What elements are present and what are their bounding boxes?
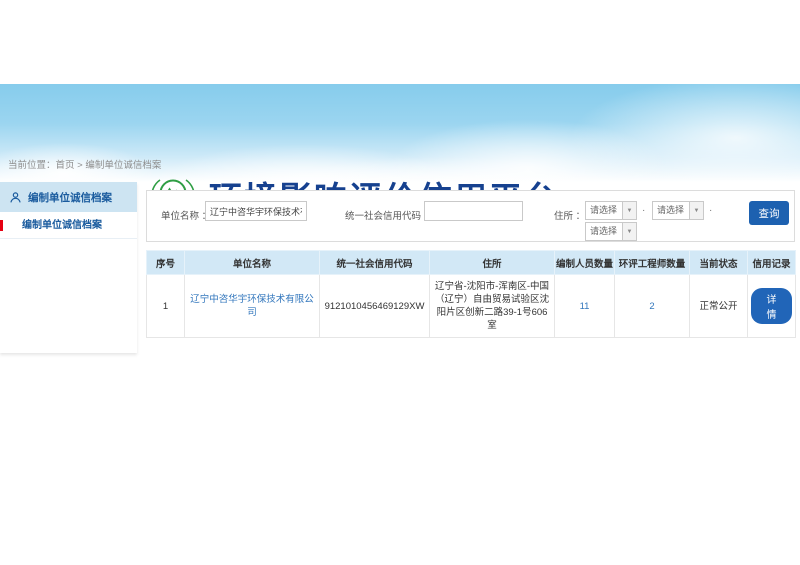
staff-count-link[interactable]: 11 bbox=[580, 301, 590, 312]
query-button[interactable]: 查询 bbox=[749, 201, 789, 225]
district-select-value: 请选择 bbox=[586, 223, 622, 240]
cell-seq: 1 bbox=[147, 275, 185, 338]
breadcrumb-home-link[interactable]: 首页 bbox=[56, 160, 75, 171]
detail-button[interactable]: 详情 bbox=[751, 288, 792, 324]
city-select[interactable]: 请选择 ▼ bbox=[652, 201, 704, 220]
unit-name-link[interactable]: 辽宁中咨华宇环保技术有限公司 bbox=[190, 294, 314, 318]
breadcrumb: 当前位置：首页 > 编制单位诚信档案 bbox=[8, 157, 161, 171]
address-label: 住所 ： bbox=[554, 208, 585, 222]
col-header-seq: 序号 bbox=[147, 251, 185, 275]
credit-code-label: 统一社会信用代码 ： bbox=[345, 208, 433, 222]
user-icon bbox=[9, 191, 22, 204]
col-header-credit-code: 统一社会信用代码 bbox=[320, 251, 430, 275]
table-row: 1 辽宁中咨华宇环保技术有限公司 9121010456469129XW 辽宁省-… bbox=[147, 275, 796, 338]
table-header-row: 序号 单位名称 统一社会信用代码 住所 编制人员数量 环评工程师数量 当前状态 … bbox=[147, 251, 796, 275]
main-content: 单位名称 ： 统一社会信用代码 ： 住所 ： 请选择 ▼ · 请选择 ▼ · 请… bbox=[146, 182, 795, 338]
breadcrumb-separator: > bbox=[77, 160, 83, 171]
col-header-address: 住所 bbox=[430, 251, 555, 275]
breadcrumb-current: 编制单位诚信档案 bbox=[85, 160, 161, 171]
engineer-count-link[interactable]: 2 bbox=[649, 301, 654, 312]
search-filter-panel: 单位名称 ： 统一社会信用代码 ： 住所 ： 请选择 ▼ · 请选择 ▼ · 请… bbox=[146, 190, 795, 242]
address-separator: · bbox=[709, 205, 712, 216]
sidebar-item-label: 编制单位诚信档案 bbox=[22, 220, 102, 231]
cell-status: 正常公开 bbox=[690, 275, 748, 338]
active-item-marker bbox=[0, 220, 3, 231]
chevron-down-icon[interactable]: ▼ bbox=[622, 223, 636, 240]
col-header-staff-count: 编制人员数量 bbox=[555, 251, 615, 275]
col-header-unit-name: 单位名称 bbox=[185, 251, 320, 275]
sidebar-header-label: 编制单位诚信档案 bbox=[28, 190, 112, 205]
col-header-status: 当前状态 bbox=[690, 251, 748, 275]
chevron-down-icon[interactable]: ▼ bbox=[689, 202, 703, 219]
col-header-credit-record: 信用记录 bbox=[748, 251, 796, 275]
district-select[interactable]: 请选择 ▼ bbox=[585, 222, 637, 241]
cell-credit-code: 9121010456469129XW bbox=[320, 275, 430, 338]
chevron-down-icon[interactable]: ▼ bbox=[622, 202, 636, 219]
province-select-value: 请选择 bbox=[586, 202, 622, 219]
page: MEE 环境影响评价信用平台 当前位置：首页 > 编制单位诚信档案 编制单位诚信… bbox=[0, 0, 800, 565]
sidebar-item-compile-unit-credit-archive[interactable]: 编制单位诚信档案 bbox=[0, 212, 137, 239]
sidebar-header: 编制单位诚信档案 bbox=[0, 182, 137, 212]
province-select[interactable]: 请选择 ▼ bbox=[585, 201, 637, 220]
cell-address: 辽宁省-沈阳市-浑南区-中国（辽宁）自由贸易试验区沈阳片区创新二路39-1号60… bbox=[430, 275, 555, 338]
city-select-value: 请选择 bbox=[653, 202, 689, 219]
sidebar: 编制单位诚信档案 编制单位诚信档案 bbox=[0, 182, 137, 353]
col-header-engineer-count: 环评工程师数量 bbox=[615, 251, 690, 275]
credit-code-input[interactable] bbox=[424, 201, 523, 221]
results-table: 序号 单位名称 统一社会信用代码 住所 编制人员数量 环评工程师数量 当前状态 … bbox=[146, 250, 796, 338]
unit-name-input[interactable] bbox=[205, 201, 307, 221]
address-separator: · bbox=[642, 205, 645, 216]
breadcrumb-location-label: 当前位置： bbox=[8, 160, 56, 171]
unit-name-label: 单位名称 ： bbox=[161, 208, 211, 222]
